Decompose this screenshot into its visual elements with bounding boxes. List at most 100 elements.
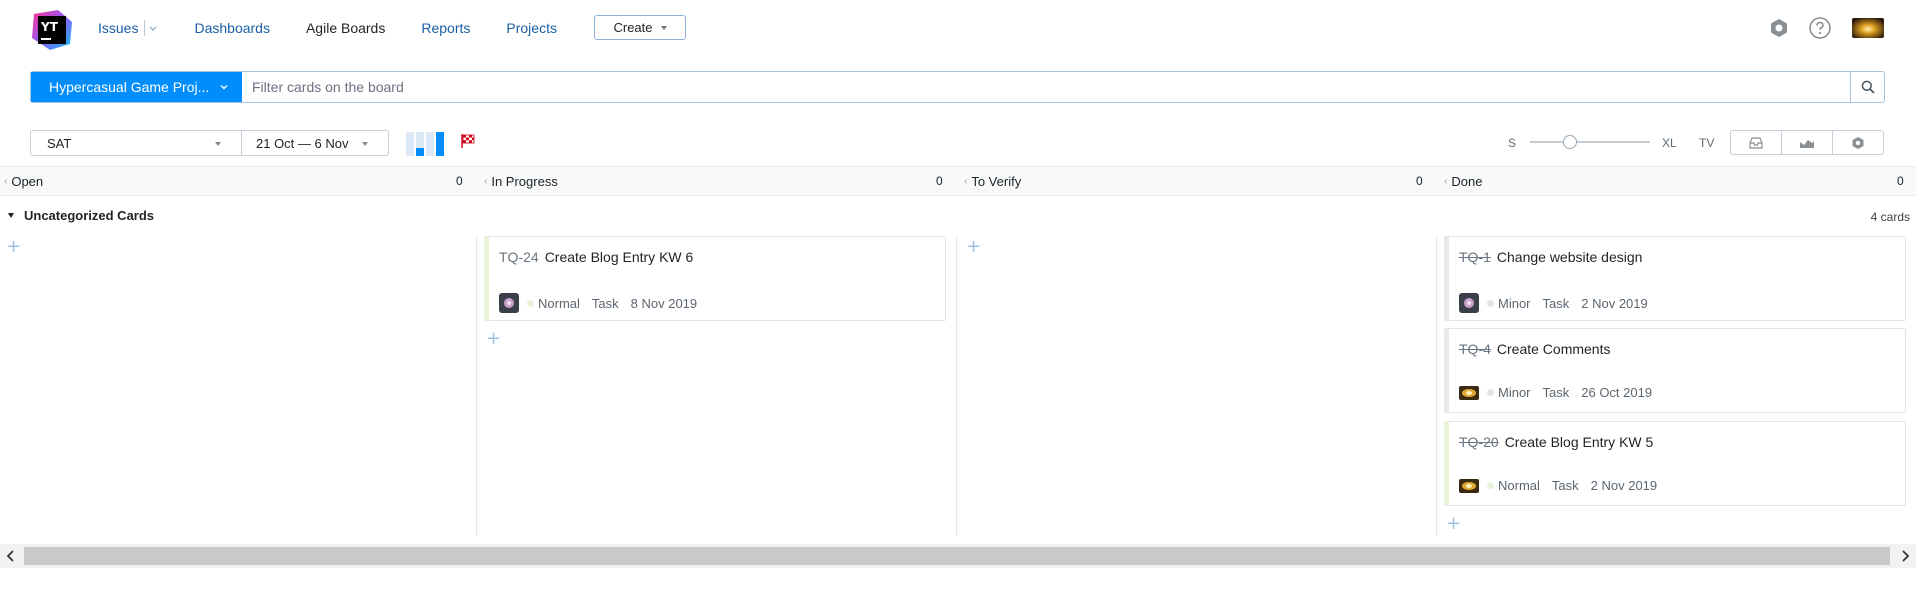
nav-dashboards-link[interactable]: Dashboards (194, 20, 270, 36)
collapse-triangle-icon[interactable] (8, 213, 14, 218)
board-selector[interactable]: Hypercasual Game Proj... (31, 72, 242, 102)
issue-card[interactable]: TQ-20 Create Blog Entry KW 5 Normal Task… (1444, 421, 1906, 506)
issue-card[interactable]: TQ-1 Change website design Minor Task 2 … (1444, 236, 1906, 321)
issue-summary[interactable]: Create Blog Entry KW 5 (1505, 434, 1654, 450)
sprint-date-range[interactable]: 21 Oct — 6 Nov (241, 130, 389, 156)
due-date-field[interactable]: 26 Oct 2019 (1581, 385, 1652, 400)
nav-reports-link[interactable]: Reports (421, 20, 470, 36)
scrollbar-thumb[interactable] (24, 547, 1890, 565)
nav-issues-group: Issues (98, 20, 158, 36)
column-header-to-verify[interactable]: ‹ To Verify (964, 167, 1021, 195)
nav-agile-boards-link[interactable]: Agile Boards (306, 20, 385, 36)
create-button[interactable]: Create (594, 15, 686, 40)
chevron-down-icon[interactable] (148, 23, 158, 33)
column-header-done[interactable]: ‹ Done (1444, 167, 1482, 195)
nav-projects-link[interactable]: Projects (506, 20, 557, 36)
column-count: 0 (456, 174, 463, 188)
swimlane-card-count: 4 cards (1870, 210, 1910, 224)
card-fields: Minor Task 26 Oct 2019 (1459, 385, 1664, 400)
priority-field[interactable]: Minor (1498, 385, 1531, 400)
due-date-field[interactable]: 8 Nov 2019 (631, 296, 698, 311)
board-settings-button[interactable] (1833, 131, 1883, 154)
finish-flag-icon[interactable] (460, 133, 476, 149)
scroll-right-icon[interactable] (1896, 548, 1914, 564)
create-button-label: Create (613, 20, 653, 35)
add-card-button[interactable]: + (6, 238, 21, 256)
due-date-field[interactable]: 2 Nov 2019 (1591, 478, 1658, 493)
card-fields: Minor Task 2 Nov 2019 (1459, 293, 1660, 313)
card-size-slider-handle[interactable] (1563, 135, 1577, 149)
sprint-progress-chart-icon[interactable] (406, 132, 446, 156)
board-toolbar: SAT 21 Oct — 6 Nov S XL TV (0, 128, 1916, 158)
type-field[interactable]: Task (1543, 385, 1570, 400)
column-count: 0 (1416, 174, 1423, 188)
collapse-left-icon[interactable]: ‹ (964, 176, 967, 187)
type-field[interactable]: Task (1552, 478, 1579, 493)
issue-summary[interactable]: Create Comments (1497, 341, 1611, 357)
tv-mode-button[interactable]: TV (1699, 136, 1714, 150)
backlog-button[interactable] (1731, 131, 1782, 154)
column-divider (1436, 236, 1437, 536)
burndown-chart-button[interactable] (1782, 131, 1833, 154)
nav-issues-link[interactable]: Issues (98, 20, 138, 36)
card-title-line: TQ-4 Create Comments (1459, 341, 1610, 357)
dropdown-arrow-icon (215, 142, 221, 146)
priority-indicator (1487, 299, 1494, 307)
hub-icon[interactable] (1767, 16, 1791, 40)
help-icon[interactable] (1808, 16, 1832, 40)
priority-field[interactable]: Minor (1498, 296, 1531, 311)
issue-id-link[interactable]: TQ-20 (1459, 434, 1499, 450)
board-actions-group (1730, 130, 1884, 155)
priority-field[interactable]: Normal (1498, 478, 1540, 493)
assignee-avatar[interactable] (1459, 478, 1479, 493)
dropdown-arrow-icon (362, 142, 368, 146)
add-card-button[interactable]: + (1446, 515, 1461, 533)
swimlane-title: Uncategorized Cards (24, 208, 155, 223)
horizontal-scrollbar[interactable] (0, 544, 1916, 568)
due-date-field[interactable]: 2 Nov 2019 (1581, 296, 1648, 311)
priority-indicator (1487, 389, 1494, 396)
add-card-button[interactable]: + (966, 238, 981, 256)
swimlane-header[interactable]: Uncategorized Cards (8, 208, 154, 223)
sprint-name: SAT (47, 135, 72, 151)
card-size-slider-track[interactable] (1530, 141, 1650, 143)
search-button[interactable] (1850, 72, 1884, 102)
type-field[interactable]: Task (592, 296, 619, 311)
youtrack-logo-icon[interactable]: YT (30, 8, 74, 52)
logo-text: YT (40, 20, 59, 34)
issue-card[interactable]: TQ-24 Create Blog Entry KW 6 Normal Task… (484, 236, 946, 321)
chevron-down-icon (220, 85, 228, 90)
board-name: Hypercasual Game Proj... (49, 79, 210, 95)
collapse-left-icon[interactable]: ‹ (1444, 176, 1447, 187)
card-size-large-label: XL (1662, 136, 1677, 150)
issue-id-link[interactable]: TQ-1 (1459, 249, 1491, 265)
type-field[interactable]: Task (1543, 296, 1570, 311)
priority-indicator (527, 299, 534, 307)
assignee-avatar[interactable] (499, 293, 519, 313)
assignee-avatar[interactable] (1459, 385, 1479, 400)
card-title-line: TQ-1 Change website design (1459, 249, 1642, 265)
card-title-line: TQ-20 Create Blog Entry KW 5 (1459, 434, 1653, 450)
add-card-button[interactable]: + (486, 330, 501, 348)
issue-id-link[interactable]: TQ-4 (1459, 341, 1491, 357)
collapse-left-icon[interactable]: ‹ (4, 176, 7, 187)
date-range-text: 21 Oct — 6 Nov (256, 135, 349, 151)
column-header-open[interactable]: ‹ Open (4, 167, 43, 195)
issue-summary[interactable]: Change website design (1497, 249, 1643, 265)
dropdown-arrow-icon (660, 25, 667, 30)
search-icon (1861, 80, 1875, 94)
column-title: To Verify (971, 173, 1022, 189)
issue-id-link[interactable]: TQ-24 (499, 249, 539, 265)
issue-summary[interactable]: Create Blog Entry KW 6 (545, 249, 694, 265)
sprint-selector[interactable]: SAT (30, 130, 241, 156)
card-fields: Normal Task 2 Nov 2019 (1459, 478, 1669, 493)
filter-cards-input[interactable] (242, 72, 1850, 102)
user-avatar[interactable] (1852, 18, 1884, 38)
scroll-left-icon[interactable] (2, 548, 20, 564)
collapse-left-icon[interactable]: ‹ (484, 176, 487, 187)
priority-field[interactable]: Normal (538, 296, 580, 311)
column-header-in-progress[interactable]: ‹ In Progress (484, 167, 558, 195)
assignee-avatar[interactable] (1459, 293, 1479, 313)
board-search-bar: Hypercasual Game Proj... (30, 71, 1885, 103)
issue-card[interactable]: TQ-4 Create Comments Minor Task 26 Oct 2… (1444, 328, 1906, 413)
